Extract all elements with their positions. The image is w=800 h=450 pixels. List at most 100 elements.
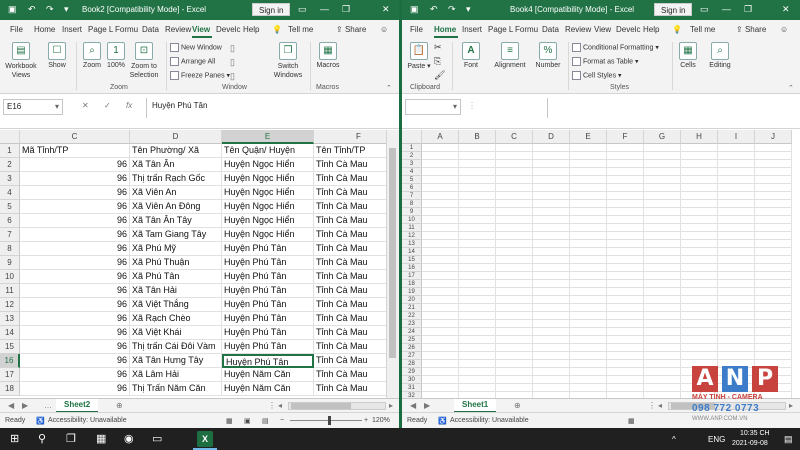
cell[interactable] <box>422 376 459 384</box>
smiley-feedback-icon[interactable]: ☺ <box>780 25 788 34</box>
cell[interactable]: 96 <box>20 382 130 396</box>
cell[interactable]: Xã Phú Mỹ <box>130 242 222 256</box>
cell[interactable] <box>496 320 533 328</box>
cell[interactable]: Xã Viên An <box>130 186 222 200</box>
cell[interactable] <box>718 296 755 304</box>
cell[interactable] <box>607 288 644 296</box>
minimize-icon[interactable]: — <box>722 4 731 14</box>
cell[interactable] <box>459 352 496 360</box>
cell[interactable] <box>570 248 607 256</box>
row-header[interactable]: 18 <box>402 280 422 288</box>
cell[interactable] <box>496 360 533 368</box>
cell[interactable] <box>681 200 718 208</box>
cell[interactable] <box>718 224 755 232</box>
windows-start-icon[interactable]: ⊞ <box>10 432 19 445</box>
cell[interactable] <box>422 240 459 248</box>
cell[interactable]: Xã Rạch Chèo <box>130 312 222 326</box>
cell[interactable] <box>496 272 533 280</box>
cell[interactable] <box>718 248 755 256</box>
tab-formulas[interactable]: Formu <box>515 25 538 34</box>
column-header-i[interactable]: I <box>718 130 755 144</box>
collapse-ribbon-icon[interactable]: ⌃ <box>386 84 392 92</box>
arrange-all-button[interactable]: Arrange All <box>170 57 215 66</box>
row-header[interactable]: 8 <box>0 242 20 256</box>
cell[interactable] <box>570 336 607 344</box>
cell[interactable] <box>718 232 755 240</box>
cell[interactable] <box>755 168 792 176</box>
row-header[interactable]: 13 <box>402 240 422 248</box>
column-header-f[interactable]: F <box>607 130 644 144</box>
formula-enter-icon[interactable]: ✓ <box>104 101 111 110</box>
cell[interactable] <box>570 288 607 296</box>
cell[interactable]: Huyện Ngọc Hiển <box>222 172 314 186</box>
chrome-icon[interactable]: ◉ <box>124 432 134 445</box>
cell[interactable] <box>755 336 792 344</box>
cell[interactable] <box>644 200 681 208</box>
name-box[interactable]: E16 ▾ <box>3 99 63 115</box>
cell[interactable] <box>607 208 644 216</box>
autosave-icon[interactable]: ▣ <box>8 4 17 15</box>
cell[interactable] <box>533 288 570 296</box>
cell[interactable]: 96 <box>20 284 130 298</box>
cell[interactable] <box>570 168 607 176</box>
cell[interactable] <box>570 376 607 384</box>
row-header[interactable]: 12 <box>0 298 20 312</box>
language-indicator[interactable]: ENG <box>708 435 725 444</box>
cell[interactable] <box>422 320 459 328</box>
cell[interactable] <box>570 360 607 368</box>
cell[interactable] <box>755 296 792 304</box>
cell[interactable] <box>496 176 533 184</box>
cell[interactable] <box>459 264 496 272</box>
view-side-by-side-icon[interactable]: ▯ <box>230 43 235 54</box>
cell[interactable] <box>533 328 570 336</box>
cell[interactable] <box>718 264 755 272</box>
cell[interactable] <box>644 184 681 192</box>
cell[interactable] <box>607 344 644 352</box>
cells-button[interactable]: ▦ Cells <box>676 42 700 69</box>
cell[interactable] <box>496 168 533 176</box>
cell[interactable] <box>607 248 644 256</box>
cell[interactable] <box>570 232 607 240</box>
cell[interactable] <box>422 192 459 200</box>
ribbon-display-icon[interactable]: ▭ <box>700 4 709 15</box>
cell[interactable] <box>459 160 496 168</box>
cell[interactable] <box>533 368 570 376</box>
cell[interactable] <box>644 248 681 256</box>
cell[interactable] <box>570 256 607 264</box>
cell[interactable] <box>755 264 792 272</box>
cell[interactable] <box>459 320 496 328</box>
cell[interactable] <box>607 160 644 168</box>
cell[interactable] <box>681 216 718 224</box>
cell[interactable] <box>607 200 644 208</box>
tab-insert[interactable]: Insert <box>462 25 482 34</box>
cell[interactable] <box>607 176 644 184</box>
row-header[interactable]: 10 <box>402 216 422 224</box>
cell[interactable] <box>422 256 459 264</box>
cell[interactable] <box>533 152 570 160</box>
cell[interactable] <box>755 288 792 296</box>
row-header[interactable]: 18 <box>0 382 20 396</box>
cell[interactable] <box>681 280 718 288</box>
cell[interactable]: Xã Tân Hải <box>130 284 222 298</box>
cell[interactable] <box>681 240 718 248</box>
cell[interactable] <box>644 296 681 304</box>
cell[interactable] <box>570 304 607 312</box>
row-header[interactable]: 19 <box>402 288 422 296</box>
search-icon[interactable]: ⚲ <box>38 432 46 445</box>
cell[interactable] <box>607 264 644 272</box>
split-handle-icon[interactable]: ⋮ <box>268 401 276 410</box>
zoom-to-selection-button[interactable]: ⊡ Zoom to Selection <box>128 42 160 80</box>
split-handle-icon[interactable]: ⋮ <box>648 401 656 410</box>
cell[interactable] <box>681 328 718 336</box>
tab-developer[interactable]: Develc <box>216 25 240 34</box>
cell[interactable] <box>533 184 570 192</box>
cell[interactable] <box>459 360 496 368</box>
row-header[interactable]: 1 <box>0 144 20 158</box>
cell[interactable] <box>718 144 755 152</box>
cell[interactable] <box>422 384 459 392</box>
excel-taskbar-icon[interactable]: X <box>197 431 213 447</box>
cell[interactable]: Huyện Phú Tân <box>222 312 314 326</box>
cell[interactable] <box>496 328 533 336</box>
cell[interactable] <box>422 224 459 232</box>
cell[interactable] <box>755 208 792 216</box>
